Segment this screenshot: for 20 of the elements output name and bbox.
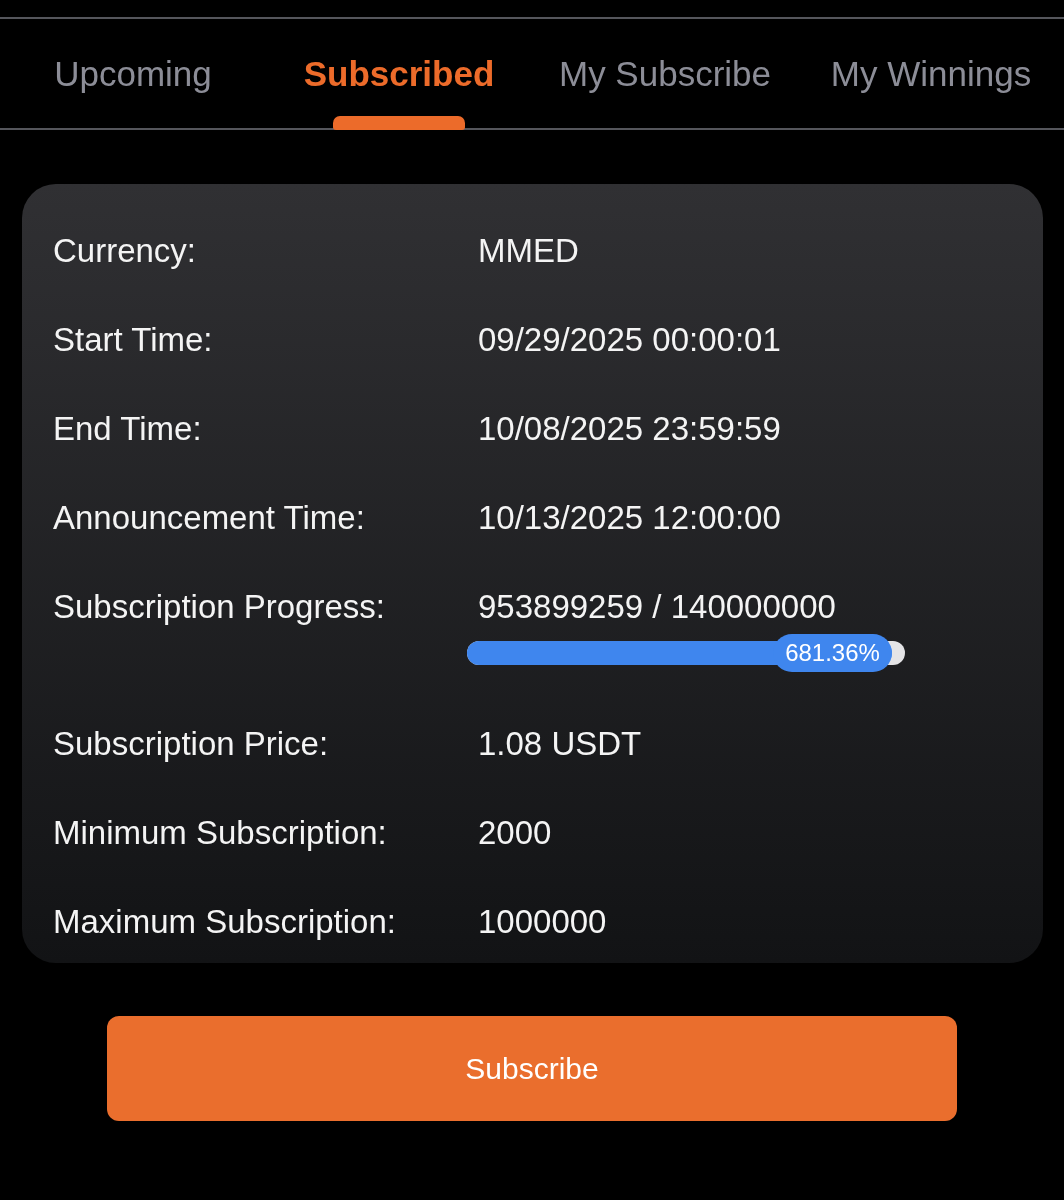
tab[interactable]: Upcoming: [0, 19, 266, 128]
tab[interactable]: My Subscribe: [532, 19, 798, 128]
field-label: Maximum Subscription:: [52, 902, 397, 941]
field-label: Minimum Subscription:: [52, 813, 388, 852]
field-label: End Time:: [52, 409, 203, 448]
field-value: 2000: [478, 813, 552, 852]
field-label: Currency:: [52, 231, 198, 270]
tab[interactable]: My Winnings: [798, 19, 1064, 128]
field-label: Announcement Time:: [52, 498, 366, 537]
tab[interactable]: Subscribed: [266, 19, 532, 128]
field-value: MMED: [478, 231, 579, 270]
field-value: 10/08/2025 23:59:59: [478, 409, 781, 448]
field-label: Start Time:: [52, 320, 214, 359]
field-value: 1000000: [478, 902, 607, 941]
field-value: 10/13/2025 12:00:00: [478, 498, 781, 537]
field-value: 953899259 / 140000000: [478, 587, 836, 626]
field-label: Subscription Price:: [52, 724, 330, 763]
field-label: Subscription Progress:: [52, 587, 386, 626]
field-value: 09/29/2025 00:00:01: [478, 320, 781, 359]
field-value: 1.08 USDT: [478, 724, 642, 763]
